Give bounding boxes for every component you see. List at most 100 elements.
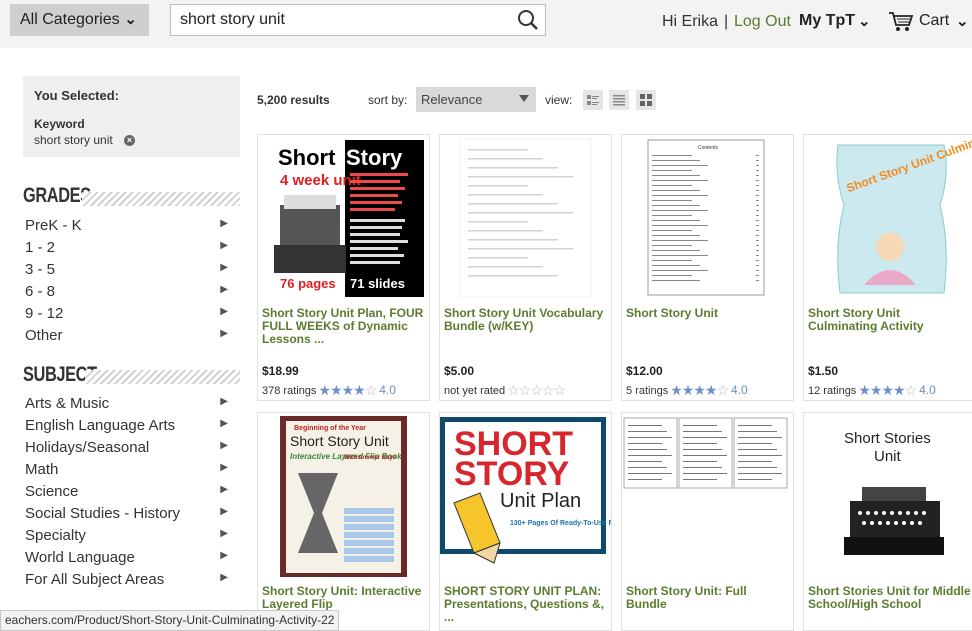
subject-filter-item[interactable]: Holidays/Seasonal ▶ bbox=[25, 439, 230, 456]
star-icon: ☆ bbox=[364, 382, 378, 398]
sort-select[interactable]: Relevance bbox=[416, 87, 536, 112]
ratings-count: 12 ratings bbox=[808, 385, 857, 397]
search-input[interactable]: short story unit bbox=[170, 4, 546, 36]
subject-filter-item-label: For All Subject Areas bbox=[25, 571, 165, 588]
thumb-text: 71 slides bbox=[350, 276, 405, 291]
cart-link[interactable]: Cart bbox=[919, 12, 949, 30]
chevron-right-icon: ▶ bbox=[220, 262, 228, 273]
user-greeting: Hi Erika bbox=[662, 13, 719, 30]
product-title-link[interactable]: Short Story Unit: Interactive Layered Fl… bbox=[262, 585, 426, 611]
star-icon: ★ bbox=[704, 382, 718, 398]
header-separator: | bbox=[724, 13, 729, 30]
star-icon: ☆ bbox=[530, 382, 543, 398]
product-title-link[interactable]: Short Story Unit: Full Bundle bbox=[626, 585, 790, 611]
chevron-right-icon: ▶ bbox=[220, 306, 228, 317]
chevron-down-icon[interactable]: ⌄ bbox=[956, 12, 969, 30]
subject-filter-item-label: English Language Arts bbox=[25, 417, 176, 434]
browser-status-url: eachers.com/Product/Short-Story-Unit-Cul… bbox=[0, 610, 340, 631]
ratings-count: not yet rated bbox=[444, 385, 506, 397]
keyword-label: Keyword bbox=[34, 117, 85, 131]
thumb-text: With Answer Keys bbox=[344, 455, 397, 461]
ratings-count: 5 ratings bbox=[626, 385, 669, 397]
grade-filter-item-label: PreK - K bbox=[25, 217, 82, 234]
cart-icon[interactable] bbox=[888, 11, 914, 33]
product-card[interactable]: Short Story Unit: Full Bundle bbox=[621, 412, 794, 631]
chevron-right-icon: ▶ bbox=[220, 418, 228, 429]
subject-filter-item[interactable]: Science ▶ bbox=[25, 483, 230, 500]
thumb-text: Short Stories bbox=[844, 430, 931, 447]
grade-filter-item-label: 1 - 2 bbox=[25, 239, 56, 256]
product-card[interactable]: Beginning of the Year Short Story Unit Int… bbox=[257, 412, 430, 631]
grades-heading: GRADES bbox=[23, 184, 91, 207]
grade-filter-item[interactable]: 1 - 2 ▶ bbox=[25, 239, 230, 256]
remove-keyword-icon[interactable]: × bbox=[124, 135, 135, 146]
view-detail-list-button[interactable] bbox=[583, 90, 603, 110]
star-rating: ★★★★☆ bbox=[670, 382, 729, 399]
ratings-count: 378 ratings bbox=[262, 385, 317, 397]
product-card[interactable]: Short Story Unit Vocabulary Bundle (w/KE… bbox=[439, 134, 612, 401]
rating-score: 4.0 bbox=[919, 383, 936, 397]
subject-filter-item[interactable]: Social Studies - History ▶ bbox=[25, 505, 230, 522]
rating-score: 4.0 bbox=[379, 383, 396, 397]
logout-link[interactable]: Log Out bbox=[734, 13, 791, 31]
top-header: All Categories ⌄ short story unit Hi Eri… bbox=[0, 0, 972, 48]
chevron-down-icon[interactable]: ⌄ bbox=[858, 12, 871, 30]
grade-filter-item[interactable]: 9 - 12 ▶ bbox=[25, 305, 230, 322]
product-title-link[interactable]: Short Story Unit bbox=[626, 307, 790, 320]
subject-filter-item[interactable]: Arts & Music ▶ bbox=[25, 395, 230, 412]
view-list-button[interactable] bbox=[609, 90, 629, 110]
my-tpt-menu[interactable]: My TpT bbox=[799, 12, 855, 30]
subject-filter-item-label: Arts & Music bbox=[25, 395, 110, 412]
product-title-link[interactable]: Short Stories Unit for Middle School/Hig… bbox=[808, 585, 972, 611]
search-icon[interactable] bbox=[517, 9, 539, 31]
view-grid-button[interactable] bbox=[636, 90, 656, 110]
subject-filter-item[interactable]: For All Subject Areas ▶ bbox=[25, 571, 230, 588]
subject-filter-item[interactable]: Math ▶ bbox=[25, 461, 230, 478]
star-icon: ★ bbox=[869, 382, 883, 398]
product-price: $1.50 bbox=[808, 364, 839, 378]
grade-filter-item[interactable]: Other ▶ bbox=[25, 327, 230, 344]
chevron-right-icon: ▶ bbox=[220, 484, 228, 495]
star-rating: ★★★★☆ bbox=[318, 382, 378, 399]
thumb-text: Contents bbox=[698, 145, 719, 151]
thumb-text: 130+ Pages Of Ready-To-Use Resources! bbox=[510, 520, 611, 527]
sort-select-value: Relevance bbox=[421, 92, 483, 107]
subject-filter-item-label: Math bbox=[25, 461, 59, 478]
thumb-text: 76 pages bbox=[280, 276, 336, 291]
product-card[interactable]: Short Stories Unit Short Stories Unit for … bbox=[803, 412, 972, 631]
all-categories-dropdown[interactable]: All Categories ⌄ bbox=[10, 4, 149, 36]
star-icon: ★ bbox=[893, 382, 906, 398]
star-rating: ★★★★☆ bbox=[858, 382, 917, 399]
product-price: $18.99 bbox=[262, 364, 299, 378]
product-price: $12.00 bbox=[626, 364, 663, 378]
chevron-right-icon: ▶ bbox=[220, 240, 228, 251]
star-icon: ☆ bbox=[716, 382, 729, 398]
product-card[interactable]: Short Story Unit Culminating ActivitySho… bbox=[803, 134, 972, 401]
results-count: 5,200 results bbox=[257, 93, 330, 107]
subject-filter-item-label: Social Studies - History bbox=[25, 505, 181, 522]
grade-filter-item[interactable]: 3 - 5 ▶ bbox=[25, 261, 230, 278]
product-card[interactable]: Short Story 4 week unit 76 pages 71 slides Sh… bbox=[257, 134, 430, 401]
rating-score: 4.0 bbox=[731, 383, 748, 397]
product-card[interactable]: SHORT STORY Unit Plan 130+ Pages Of Ready-T… bbox=[439, 412, 612, 631]
grade-filter-item[interactable]: 6 - 8 ▶ bbox=[25, 283, 230, 300]
star-icon: ★ bbox=[858, 382, 871, 398]
grade-filter-item-label: 6 - 8 bbox=[25, 283, 56, 300]
product-title-link[interactable]: Short Story Unit Vocabulary Bundle (w/KE… bbox=[444, 307, 608, 333]
product-title-link[interactable]: Short Story Unit Culminating Activity bbox=[808, 307, 972, 333]
subject-filter-item[interactable]: Specialty ▶ bbox=[25, 527, 230, 544]
list-icon bbox=[613, 95, 625, 106]
grade-filter-item[interactable]: PreK - K ▶ bbox=[25, 217, 230, 234]
caret-down-icon bbox=[519, 95, 529, 102]
product-title-link[interactable]: Short Story Unit Plan, FOUR FULL WEEKS o… bbox=[262, 307, 426, 346]
star-icon: ☆ bbox=[553, 382, 566, 398]
product-title-link[interactable]: SHORT STORY UNIT PLAN: Presentations, Qu… bbox=[444, 585, 608, 624]
product-card[interactable]: Contents Short Story Unit $12.00 5 ratings ★… bbox=[621, 134, 794, 401]
chevron-right-icon: ▶ bbox=[220, 572, 228, 583]
product-ratings: 5 ratings ★★★★☆ 4.0 bbox=[626, 382, 748, 399]
subject-filter-item-label: World Language bbox=[25, 549, 135, 566]
subject-filter-item[interactable]: English Language Arts ▶ bbox=[25, 417, 230, 434]
heading-divider bbox=[82, 192, 240, 206]
subject-filter-item[interactable]: World Language ▶ bbox=[25, 549, 230, 566]
thumb-text: Unit Plan bbox=[500, 490, 581, 512]
